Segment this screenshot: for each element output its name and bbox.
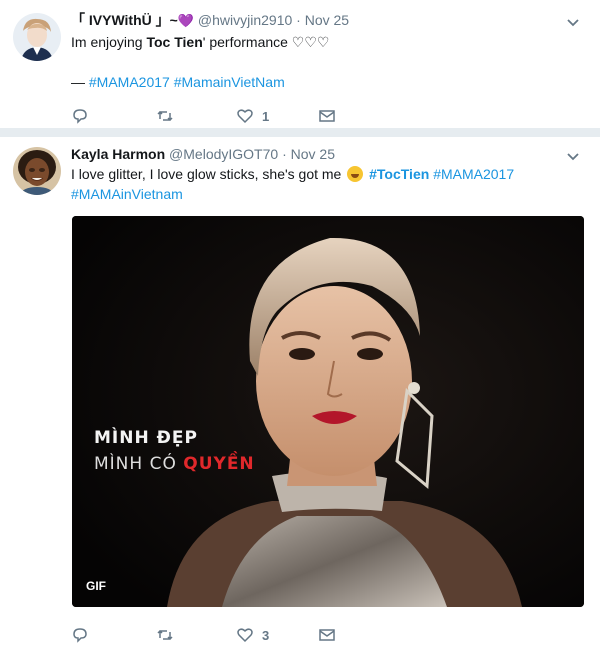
separator: · — [296, 12, 301, 28]
separator: · — [282, 146, 287, 162]
reply-icon — [73, 628, 87, 643]
timestamp[interactable]: Nov 25 — [291, 146, 335, 162]
hashtag-link[interactable]: #MAMAinVietnam — [71, 186, 183, 202]
reply-button[interactable] — [71, 624, 89, 646]
display-name[interactable]: 「 IVYWithÜ 」~ — [71, 12, 178, 28]
tweet-text-part: ' performance ♡♡♡ — [202, 34, 330, 50]
hashtag-link[interactable]: #MamainVietNam — [174, 74, 285, 90]
avatar[interactable] — [13, 13, 61, 61]
chevron-down-icon[interactable] — [564, 13, 582, 31]
laughing-emoji-icon — [347, 166, 364, 182]
reply-button[interactable] — [71, 105, 89, 127]
dash: — — [71, 74, 89, 90]
tweet-hashtags: — #MAMA2017 #MamainVietNam — [71, 72, 581, 92]
direct-message-button[interactable] — [318, 105, 336, 127]
hashtag-link[interactable]: #TocTien — [369, 166, 429, 182]
purple-heart-emoji: 💜 — [177, 13, 195, 28]
reply-icon — [73, 109, 87, 124]
user-handle[interactable]: @MelodyIGOT70 — [169, 146, 278, 162]
tweet-text: Im enjoying Toc Tien' performance ♡♡♡ — [71, 32, 581, 52]
caption-text-red: QUYỀN — [183, 454, 255, 474]
avatar[interactable] — [13, 147, 61, 195]
gif-caption-line-2: MÌNH CÓ QUYỀN — [94, 453, 255, 475]
tweet-text-part: Im enjoying — [71, 34, 147, 50]
tweet-text: I love glitter, I love glow sticks, she'… — [71, 164, 581, 204]
hashtag-link[interactable]: #MAMA2017 — [89, 74, 170, 90]
avatar-image — [13, 13, 61, 61]
tweet-header: 「 IVYWithÜ 」~💜 @hwivyjin2910 · Nov 25 — [71, 11, 349, 30]
tweet-2[interactable]: Kayla Harmon @MelodyIGOT70 · Nov 25 I lo… — [0, 137, 600, 654]
retweet-icon — [157, 629, 173, 641]
timeline-divider — [0, 128, 600, 137]
caption-text: MÌNH CÓ — [94, 454, 184, 474]
envelope-icon — [319, 629, 335, 641]
retweet-button[interactable] — [156, 105, 174, 127]
display-name[interactable]: Kayla Harmon — [71, 146, 165, 162]
user-handle[interactable]: @hwivyjin2910 — [198, 12, 292, 28]
retweet-icon — [157, 110, 173, 122]
direct-message-button[interactable] — [318, 624, 336, 646]
tweet-text-bold: Toc Tien — [146, 34, 203, 50]
hashtag-link[interactable]: #MAMA2017 — [433, 166, 514, 182]
gif-badge: GIF — [86, 579, 106, 593]
gif-media[interactable]: MÌNH ĐẸP MÌNH CÓ QUYỀN GIF — [72, 216, 584, 607]
gif-frame-image — [72, 216, 584, 607]
heart-icon — [237, 628, 253, 643]
chevron-down-icon[interactable] — [564, 147, 582, 165]
like-button[interactable]: 3 — [236, 624, 269, 646]
tweet-text-part: I love glitter, I love glow sticks, she'… — [71, 166, 346, 182]
like-count: 1 — [262, 108, 270, 124]
envelope-icon — [319, 110, 335, 122]
gif-caption-line-1: MÌNH ĐẸP — [94, 428, 198, 448]
tweet-1[interactable]: 「 IVYWithÜ 」~💜 @hwivyjin2910 · Nov 25 Im… — [0, 0, 600, 128]
like-count: 3 — [262, 627, 270, 643]
tweet-header: Kayla Harmon @MelodyIGOT70 · Nov 25 — [71, 145, 335, 163]
like-button[interactable]: 1 — [236, 105, 269, 127]
timestamp[interactable]: Nov 25 — [305, 12, 349, 28]
retweet-button[interactable] — [156, 624, 174, 646]
avatar-image — [13, 147, 61, 195]
heart-icon — [237, 109, 253, 124]
